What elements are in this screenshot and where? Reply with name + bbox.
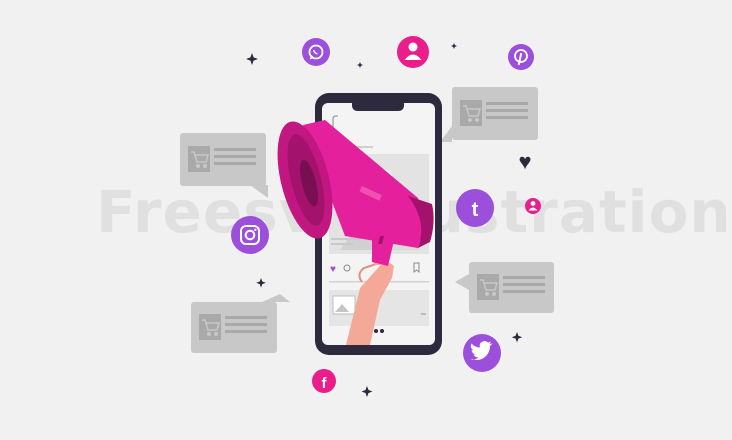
product-bubble-top-left bbox=[180, 133, 268, 198]
social-media-marketing-illustration: Freesvgillustration bbox=[0, 0, 732, 440]
whatsapp-icon bbox=[302, 38, 330, 66]
sparkle-icon bbox=[357, 62, 363, 68]
heart-icon: ♥ bbox=[518, 149, 531, 174]
sparkle-icon bbox=[246, 53, 258, 65]
product-bubble-bottom-right bbox=[455, 262, 554, 313]
illustration-canvas: ♥ t f ♥ bbox=[180, 36, 554, 397]
small-user-icon bbox=[525, 198, 541, 214]
facebook-icon: f bbox=[312, 369, 336, 393]
product-bubble-top-right bbox=[440, 87, 538, 142]
product-bubble-bottom-left bbox=[191, 294, 290, 353]
tumblr-icon: t bbox=[456, 189, 494, 227]
svg-text:t: t bbox=[472, 199, 479, 221]
pinterest-icon bbox=[508, 44, 534, 70]
twitter-icon bbox=[463, 334, 501, 372]
instagram-icon bbox=[231, 216, 269, 254]
sparkle-icon bbox=[361, 386, 373, 397]
like-heart-icon: ♥ bbox=[330, 264, 336, 275]
sparkle-icon bbox=[451, 43, 457, 49]
user-icon bbox=[397, 36, 429, 68]
sparkle-icon bbox=[256, 278, 266, 288]
sparkle-icon bbox=[511, 332, 523, 343]
